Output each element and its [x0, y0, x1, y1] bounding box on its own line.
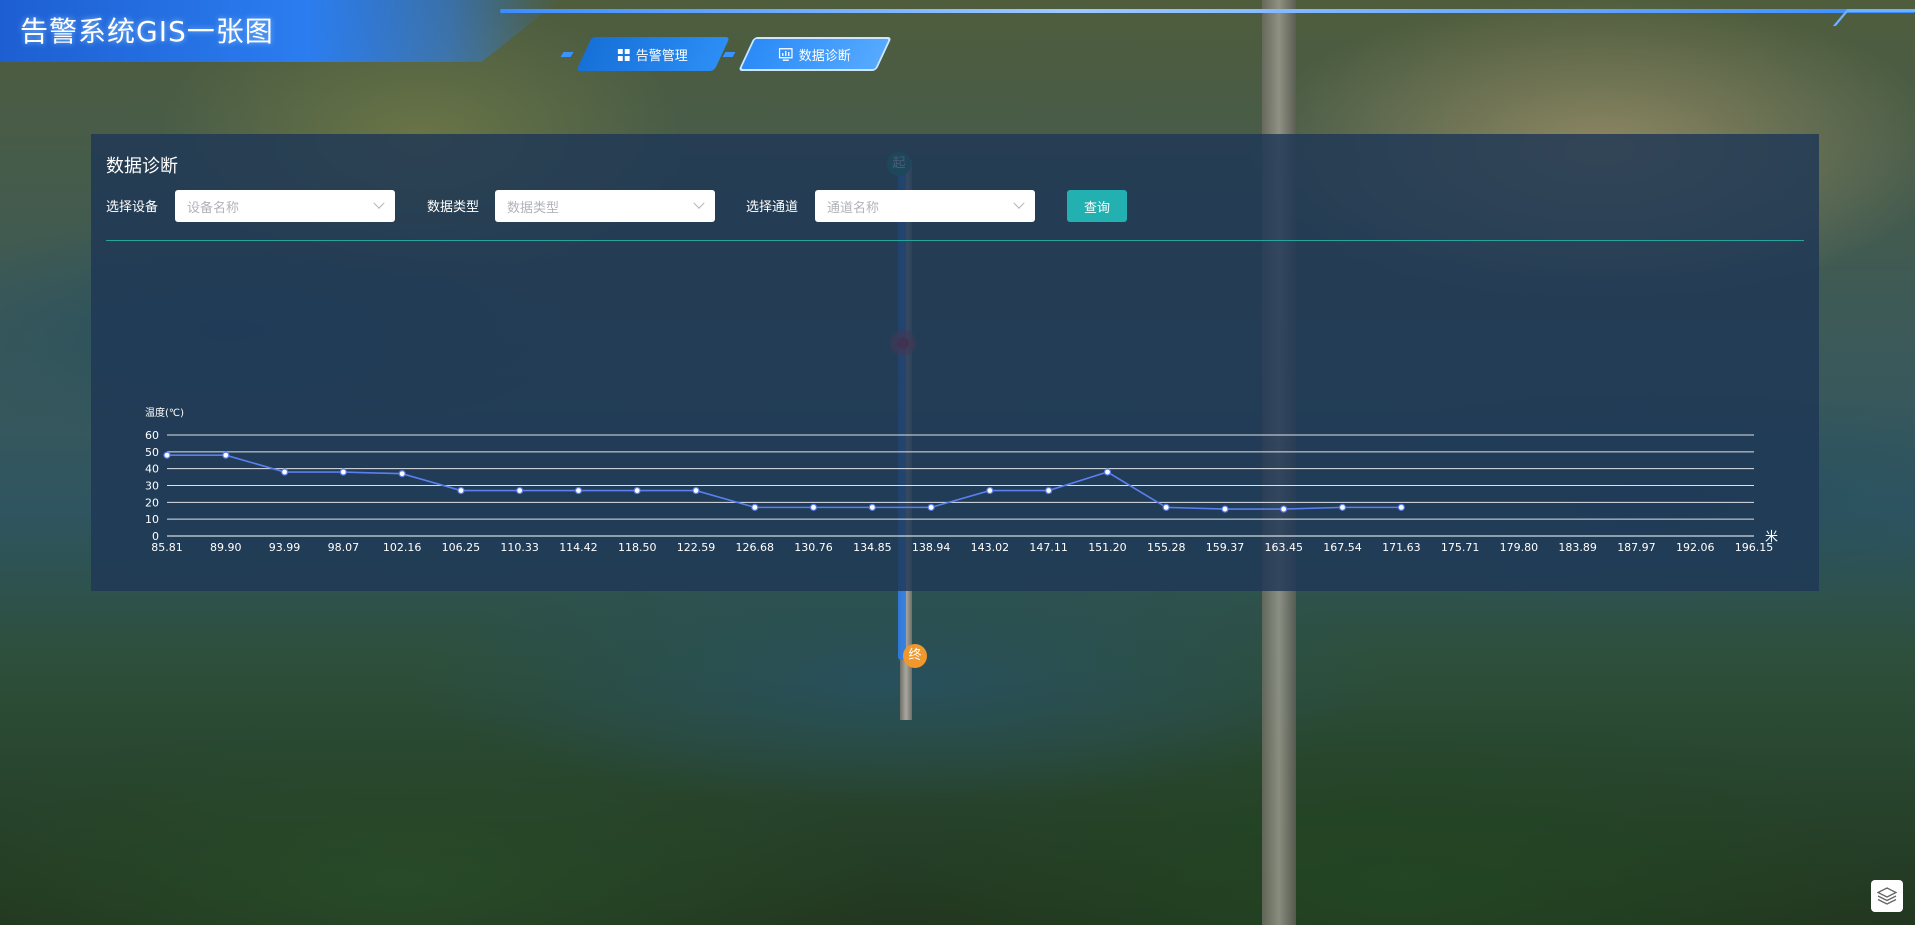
x-tick-label: 187.97 [1617, 541, 1656, 554]
y-tick-label: 20 [145, 496, 159, 509]
y-tick-label: 10 [145, 513, 159, 526]
series-line [167, 454, 1402, 510]
x-tick-label: 163.45 [1265, 541, 1304, 554]
select-placeholder: 通道名称 [827, 200, 880, 216]
data-point [1221, 505, 1229, 513]
data-point [163, 451, 171, 459]
select-placeholder: 设备名称 [187, 200, 240, 216]
layers-icon [1877, 887, 1897, 905]
data-point [339, 468, 347, 476]
grid-icon [617, 48, 630, 60]
data-point [398, 470, 406, 478]
x-tick-label: 98.07 [328, 541, 360, 554]
x-tick-label: 122.59 [677, 541, 716, 554]
device-select[interactable]: 设备名称 [175, 190, 395, 222]
data-point [1338, 503, 1347, 511]
x-tick-label: 167.54 [1323, 541, 1362, 554]
tab-alarm-management[interactable]: 告警管理 [576, 37, 730, 71]
data-diagnosis-panel: 数据诊断 选择设备 设备名称 数据类型 数据类型 选择通道 通道名称 查询 温度… [91, 134, 1819, 591]
x-axis-unit: 米 [1765, 530, 1778, 545]
x-tick-label: 130.76 [794, 541, 833, 554]
chart-grid [167, 434, 1754, 537]
data-point [457, 486, 465, 495]
x-tick-label: 102.16 [383, 541, 422, 554]
x-tick-label: 114.42 [559, 541, 598, 554]
x-tick-label: 155.28 [1147, 541, 1186, 554]
tab-label: 数据诊断 [798, 48, 851, 64]
chart-monitor-icon [779, 47, 793, 61]
tab-label: 告警管理 [635, 48, 688, 64]
data-point [868, 503, 876, 511]
data-point [516, 486, 524, 495]
data-point [986, 486, 994, 495]
x-tick-label: 126.68 [736, 541, 775, 554]
route-end-marker[interactable]: 终 [903, 644, 927, 668]
temperature-line-chart[interactable]: 温度(℃) 0102030405060 85.81 89.90 93.99 98.07… [91, 254, 1819, 591]
chevron-down-icon [693, 197, 705, 209]
x-tick-label: 143.02 [971, 541, 1010, 554]
x-tick-label: 93.99 [269, 541, 301, 554]
x-tick-label: 134.85 [853, 541, 892, 554]
data-point [927, 503, 935, 511]
y-tick-label: 50 [145, 446, 159, 459]
data-point [1397, 503, 1405, 511]
data-point [281, 468, 289, 476]
x-tick-label: 118.50 [618, 541, 657, 554]
data-type-filter-label: 数据类型 [427, 200, 480, 215]
data-point [1103, 468, 1112, 476]
x-tick-label: 175.71 [1441, 541, 1480, 554]
data-point [222, 451, 230, 459]
query-button[interactable]: 查询 [1067, 190, 1127, 222]
channel-select[interactable]: 通道名称 [815, 190, 1035, 222]
x-tick-label: 106.25 [442, 541, 481, 554]
x-tick-label: 89.90 [210, 541, 242, 554]
y-axis-ticks: 0102030405060 [145, 429, 159, 543]
data-point [1280, 505, 1288, 513]
channel-filter-label: 选择通道 [746, 200, 799, 215]
data-point [633, 486, 641, 495]
y-axis-label: 温度(℃) [145, 406, 184, 419]
data-point [1162, 503, 1170, 511]
y-tick-label: 30 [145, 480, 159, 493]
x-tick-label: 159.37 [1206, 541, 1245, 554]
data-point [1045, 486, 1053, 495]
x-axis-ticks: 85.81 89.90 93.99 98.07 102.16 106.25 110.33 11… [151, 541, 1773, 554]
panel-divider [106, 240, 1804, 241]
chart-series [163, 451, 1405, 513]
x-tick-label: 85.81 [151, 541, 183, 554]
tab-data-diagnosis[interactable]: 数据诊断 [738, 37, 892, 71]
device-filter-label: 选择设备 [106, 200, 159, 215]
x-tick-label: 110.33 [500, 541, 538, 554]
x-tick-label: 179.80 [1500, 541, 1539, 554]
data-point [574, 486, 583, 495]
select-placeholder: 数据类型 [507, 200, 560, 216]
x-tick-label: 192.06 [1676, 541, 1715, 554]
x-tick-label: 183.89 [1558, 541, 1597, 554]
layers-button[interactable] [1871, 880, 1903, 912]
data-point [692, 486, 700, 495]
chevron-down-icon [1013, 197, 1025, 209]
x-tick-label: 147.11 [1029, 541, 1068, 554]
data-point [809, 503, 818, 511]
data-type-select[interactable]: 数据类型 [495, 190, 715, 222]
chevron-down-icon [373, 197, 385, 209]
x-tick-label: 171.63 [1382, 541, 1421, 554]
y-tick-label: 60 [145, 429, 159, 442]
y-tick-label: 40 [145, 463, 159, 476]
x-tick-label: 151.20 [1088, 541, 1127, 554]
data-point [751, 503, 759, 511]
panel-title: 数据诊断 [106, 156, 178, 177]
x-tick-label: 138.94 [912, 541, 951, 554]
